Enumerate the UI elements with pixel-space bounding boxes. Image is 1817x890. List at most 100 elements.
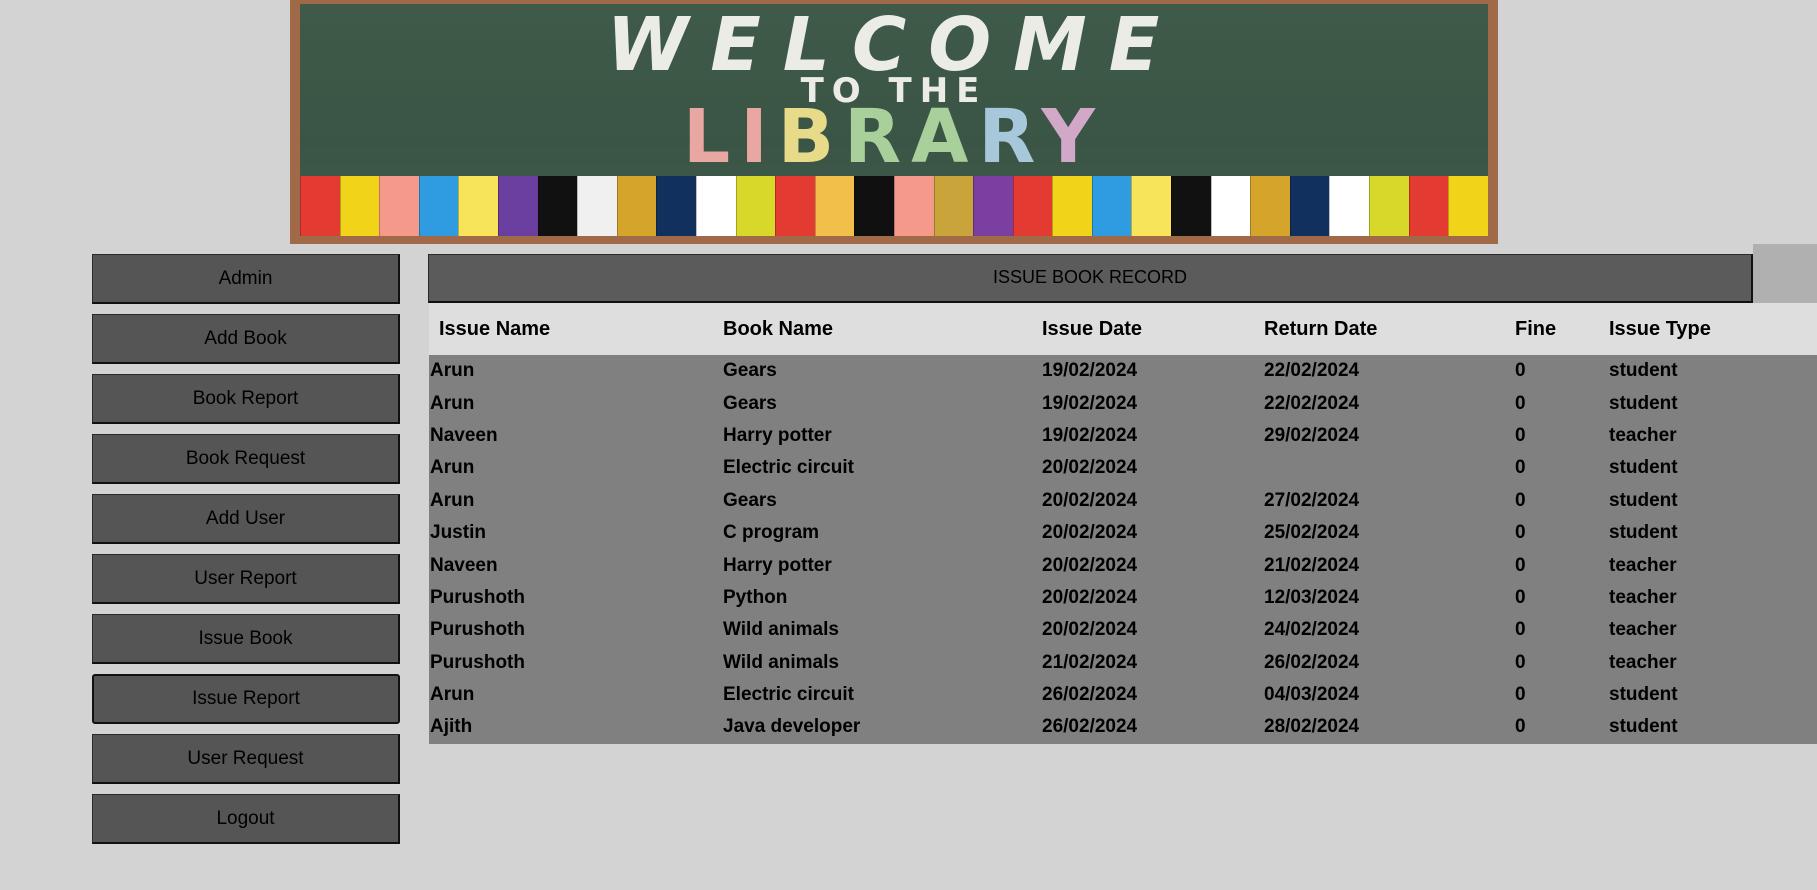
add-book-button[interactable]: Add Book — [92, 314, 400, 364]
user-request-button[interactable]: User Request — [92, 734, 400, 784]
table-cell: Harry potter — [723, 424, 832, 446]
book-request-button[interactable]: Book Request — [92, 434, 400, 484]
book-spine — [1448, 176, 1488, 236]
book-spine — [735, 176, 776, 236]
table-cell: 22/02/2024 — [1264, 392, 1360, 414]
admin-button[interactable]: Admin — [92, 254, 400, 304]
book-spine — [497, 176, 538, 236]
table-cell: 29/02/2024 — [1264, 424, 1360, 446]
table-cell: Justin — [430, 522, 486, 544]
table-cell: 19/02/2024 — [1042, 424, 1138, 446]
column-header: Issue Date — [1042, 317, 1143, 340]
table-row: Purushoth Wild animals 20/02/2024 24/02/202… — [429, 614, 1817, 646]
table-cell: student — [1609, 360, 1678, 382]
user-report-button[interactable]: User Report — [92, 554, 400, 604]
column-header: Issue Type — [1609, 317, 1711, 340]
table-cell: student — [1609, 489, 1678, 511]
logout-button[interactable]: Logout — [92, 794, 400, 844]
table-cell: Gears — [723, 392, 777, 414]
table-cell: Harry potter — [723, 554, 832, 576]
table-cell: student — [1609, 684, 1678, 706]
table-cell: Purushoth — [430, 586, 525, 608]
issue-book-button[interactable]: Issue Book — [92, 614, 400, 664]
book-spine — [577, 176, 617, 236]
table-cell: 21/02/2024 — [1264, 554, 1360, 576]
table-cell: 0 — [1515, 360, 1526, 382]
sidebar-nav: Admin Add Book Book Report Book Request … — [92, 254, 400, 854]
banner-letter: B — [777, 94, 845, 180]
table-cell: teacher — [1609, 424, 1677, 446]
table-row: Ajith Java developer 26/02/2024 28/02/2024 0… — [429, 711, 1817, 743]
book-spine — [1091, 176, 1132, 236]
table-cell — [1264, 452, 1515, 484]
table-cell: 0 — [1515, 522, 1526, 544]
table-cell: teacher — [1609, 651, 1677, 673]
book-spine — [458, 176, 498, 236]
column-header: Book Name — [723, 317, 834, 340]
table-cell: 20/02/2024 — [1042, 457, 1138, 479]
table-cell: Arun — [430, 457, 475, 479]
book-spine — [1408, 176, 1449, 236]
table-cell: 0 — [1515, 586, 1526, 608]
banner-letter: A — [911, 94, 979, 180]
table-row: Purushoth Wild animals 21/02/2024 26/02/202… — [429, 647, 1817, 679]
table-cell: 28/02/2024 — [1264, 716, 1360, 738]
issue-report-button[interactable]: Issue Report — [92, 674, 400, 724]
table-row: Justin C program 20/02/2024 25/02/2024 0 stud… — [429, 517, 1817, 549]
table-cell: Arun — [430, 392, 475, 414]
table-cell: 19/02/2024 — [1042, 392, 1138, 414]
table-cell: Ajith — [430, 716, 473, 738]
table-row: Purushoth Python 20/02/2024 12/03/2024 0 teac… — [429, 582, 1817, 614]
table-cell: Naveen — [430, 424, 498, 446]
table-cell: student — [1609, 716, 1678, 738]
book-spine — [1131, 176, 1172, 236]
table-cell: Purushoth — [430, 619, 525, 641]
column-header: Return Date — [1264, 317, 1378, 340]
table-cell: 27/02/2024 — [1264, 489, 1360, 511]
book-spine — [656, 176, 696, 236]
book-spine — [814, 176, 855, 236]
book-report-button[interactable]: Book Report — [92, 374, 400, 424]
banner-letter: L — [683, 94, 741, 180]
book-spine — [418, 176, 459, 236]
book-spine — [1329, 176, 1370, 236]
table-cell: teacher — [1609, 619, 1677, 641]
table-cell: 20/02/2024 — [1042, 489, 1138, 511]
banner-letter: R — [978, 94, 1042, 180]
table-cell: Wild animals — [723, 619, 839, 641]
table-cell: Python — [723, 586, 788, 608]
table-cell: 12/03/2024 — [1264, 586, 1360, 608]
book-spine — [1250, 176, 1290, 236]
book-spine — [1369, 176, 1409, 236]
book-spine — [1171, 176, 1211, 236]
book-spine — [695, 176, 736, 236]
banner-letter: R — [844, 94, 912, 180]
table-cell: Arun — [430, 489, 475, 511]
table-cell: Gears — [723, 360, 777, 382]
table-cell: Arun — [430, 360, 475, 382]
table-cell: Naveen — [430, 554, 498, 576]
table-cell: 22/02/2024 — [1264, 360, 1360, 382]
table-cell: 26/02/2024 — [1042, 684, 1138, 706]
table-cell: 20/02/2024 — [1042, 586, 1138, 608]
table-cell: 0 — [1515, 457, 1526, 479]
table-row: Arun Gears 19/02/2024 22/02/2024 0 student — [429, 387, 1817, 419]
book-spine — [1289, 176, 1330, 236]
book-spine — [854, 176, 894, 236]
book-spine — [339, 176, 380, 236]
table-cell: 0 — [1515, 684, 1526, 706]
book-spine — [933, 176, 974, 236]
table-cell: Java developer — [723, 716, 861, 738]
table-cell: 0 — [1515, 554, 1526, 576]
table-cell: Electric circuit — [723, 684, 854, 706]
banner-library-text: LIBRARY — [300, 100, 1488, 174]
banner-letter: Y — [1041, 94, 1105, 180]
table-cell: teacher — [1609, 554, 1677, 576]
table-cell: Arun — [430, 684, 475, 706]
table-cell: C program — [723, 522, 820, 544]
add-user-button[interactable]: Add User — [92, 494, 400, 544]
welcome-banner: WELCOME TO THE LIBRARY — [290, 0, 1498, 244]
table-header-row: Issue Name Book Name Issue Date Return D… — [429, 303, 1817, 355]
table-cell: 0 — [1515, 489, 1526, 511]
table-cell: student — [1609, 522, 1678, 544]
